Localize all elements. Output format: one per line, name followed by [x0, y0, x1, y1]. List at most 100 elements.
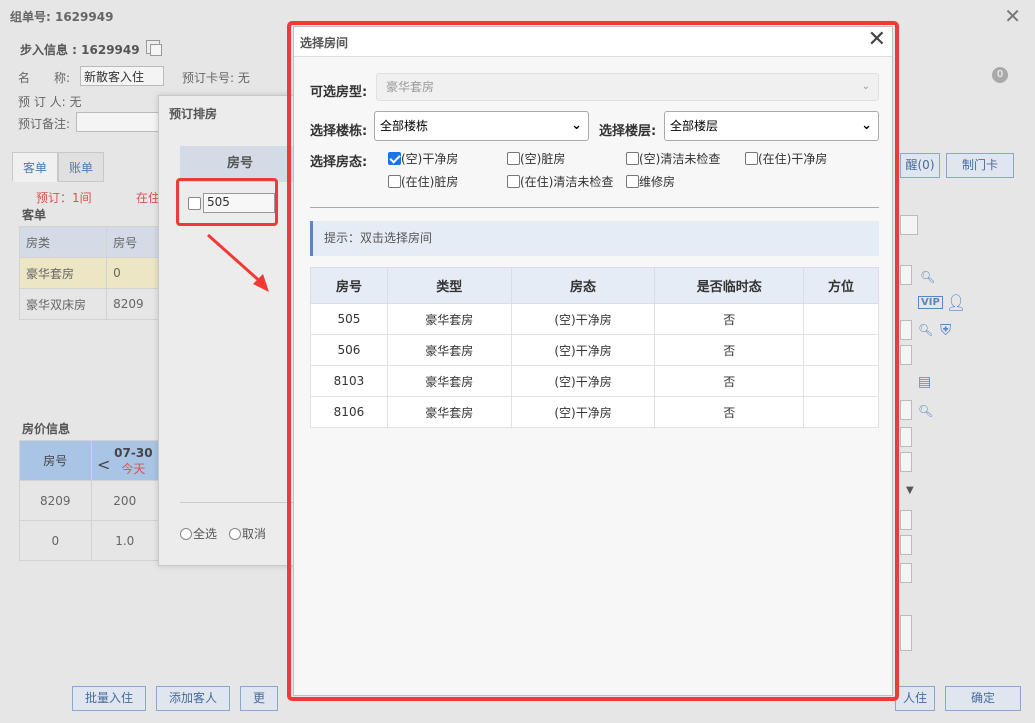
id-card-icon[interactable]: ▤ — [918, 374, 931, 390]
side-input[interactable] — [900, 535, 912, 555]
price-table: 房号 < 07-30 今天 8209 200 0 1.0 — [19, 440, 160, 561]
cell-room: 506 — [310, 334, 388, 366]
side-textarea[interactable] — [900, 615, 912, 651]
cell-direction — [803, 334, 879, 366]
booking-room-title: 预订排房 — [169, 107, 218, 121]
table-row[interactable]: 8103 豪华套房 (空)干净房 否 — [310, 365, 879, 397]
side-input[interactable] — [900, 265, 912, 285]
cell-temp: 否 — [654, 396, 805, 428]
room-type-label: 可选房型: — [310, 85, 368, 100]
guest-type: 豪华双床房 — [18, 288, 108, 320]
table-row[interactable]: 豪华套房 0 — [18, 257, 159, 289]
price-room: 0 — [19, 520, 92, 561]
clear-icon[interactable]: 0 — [992, 67, 1008, 83]
guest-col-type: 房类 — [18, 226, 108, 258]
cell-status: (空)干净房 — [510, 303, 656, 335]
prev-date-icon[interactable]: < — [97, 455, 110, 474]
cell-type: 豪华套房 — [386, 334, 512, 366]
tab-bill[interactable]: 账单 — [58, 152, 104, 182]
cell-status: (空)干净房 — [510, 396, 656, 428]
table-row[interactable]: 505 豪华套房 (空)干净房 否 — [310, 303, 879, 335]
booking-room-dialog: 预订排房 房号 505 全选 取消 — [158, 95, 300, 566]
side-input[interactable] — [900, 452, 912, 472]
make-card-button[interactable]: 制门卡 — [946, 153, 1014, 178]
price-col-room: 房号 — [19, 440, 92, 481]
floor-select[interactable]: 全部楼层 ⌄ — [664, 111, 879, 141]
cell-temp: 否 — [654, 365, 805, 397]
booking-note-input[interactable] — [76, 112, 160, 132]
cell-direction — [803, 396, 879, 428]
cell-type: 豪华套房 — [386, 365, 512, 397]
tab-guest[interactable]: 客单 — [12, 152, 58, 182]
status-checkbox-vacant-dirty[interactable]: (空)脏房 — [507, 150, 565, 167]
order-tabs: 客单 账单 — [12, 152, 104, 182]
vip-icon[interactable]: VIP — [918, 296, 943, 309]
price-value: 1.0 — [90, 520, 160, 561]
modal-titlebar: 选择房间 ✕ — [294, 27, 892, 57]
side-input[interactable] — [900, 400, 912, 420]
booking-note-label: 预订备注: — [18, 117, 71, 131]
cell-type: 豪华套房 — [386, 303, 512, 335]
price-section-title: 房价信息 — [22, 422, 71, 436]
guest-room: 8209 — [106, 288, 159, 320]
checkin-button[interactable]: 人住 — [895, 686, 935, 711]
annotation-highlight-box — [176, 178, 278, 226]
table-row[interactable]: 8209 200 — [19, 480, 160, 521]
chevron-down-icon: ⌄ — [861, 81, 870, 92]
cell-direction — [803, 365, 879, 397]
annotation-arrow-icon — [207, 233, 269, 292]
col-type: 类型 — [386, 267, 512, 304]
date-label: 07-30 — [114, 445, 153, 460]
table-row[interactable]: 8106 豪华套房 (空)干净房 否 — [310, 396, 879, 428]
col-temp: 是否临时态 — [654, 267, 805, 304]
room-number-header: 房号 — [180, 146, 300, 182]
shield-icon[interactable]: ⛨ — [940, 321, 951, 339]
building-label: 选择楼栋: — [310, 124, 368, 139]
side-input[interactable] — [900, 345, 912, 365]
close-icon[interactable]: ✕ — [868, 27, 886, 53]
cell-temp: 否 — [654, 303, 805, 335]
search-icon[interactable]: 🔍︎ — [920, 270, 935, 284]
side-input[interactable] — [900, 215, 918, 235]
room-type-select: 豪华套房 ⌄ — [376, 73, 879, 101]
confirm-button[interactable]: 确定 — [945, 686, 1021, 711]
copy-icon[interactable] — [146, 40, 162, 56]
batch-checkin-button[interactable]: 批量入住 — [72, 686, 147, 711]
table-row[interactable]: 豪华双床房 8209 — [18, 288, 159, 320]
side-input[interactable] — [900, 510, 912, 530]
side-input[interactable] — [900, 427, 912, 447]
add-person-icon[interactable]: 👤︎ — [946, 293, 966, 312]
search-icon[interactable]: 🔍︎ — [918, 404, 933, 418]
cell-type: 豪华套房 — [386, 396, 512, 428]
status-checkbox-occupied-dirty[interactable]: (在住)脏房 — [388, 173, 458, 190]
today-label: 今天 — [121, 461, 146, 476]
chevron-down-icon[interactable]: ▼ — [906, 485, 914, 496]
cell-room: 8106 — [310, 396, 388, 428]
cancel-radio[interactable]: 取消 — [229, 525, 266, 542]
remind-button[interactable]: 醒(0) — [900, 153, 940, 178]
status-checkbox-occupied-clean[interactable]: (在住)干净房 — [745, 150, 827, 167]
guest-table: 房类 房号 豪华套房 0 豪华双床房 8209 — [18, 226, 159, 320]
select-all-radio[interactable]: 全选 — [180, 525, 217, 542]
background-close-icon[interactable]: ✕ — [1004, 4, 1021, 28]
group-order-title: 组单号: 1629949 — [10, 10, 114, 24]
floor-label: 选择楼层: — [599, 124, 657, 139]
more-button[interactable]: 更 — [240, 686, 279, 711]
cell-temp: 否 — [654, 334, 805, 366]
price-value: 200 — [90, 480, 160, 521]
side-input[interactable] — [900, 320, 912, 340]
table-row[interactable]: 0 1.0 — [19, 520, 160, 561]
side-input[interactable] — [900, 563, 912, 583]
price-room: 8209 — [19, 480, 92, 521]
name-input[interactable]: 新散客入住 — [80, 66, 164, 86]
search-icon[interactable]: 🔍︎ — [918, 323, 933, 337]
status-checkbox-vacant-clean[interactable]: (空)干净房 — [388, 150, 458, 167]
select-room-modal: 选择房间 ✕ 可选房型: 豪华套房 ⌄ 选择楼栋: 全部楼栋 ⌄ 选择楼层: 全… — [293, 26, 893, 696]
status-checkbox-maintenance[interactable]: 维修房 — [626, 173, 675, 190]
col-direction: 方位 — [803, 267, 879, 304]
building-select[interactable]: 全部楼栋 ⌄ — [374, 111, 589, 141]
table-row[interactable]: 506 豪华套房 (空)干净房 否 — [310, 334, 879, 366]
status-checkbox-vacant-uninspected[interactable]: (空)清洁未检查 — [626, 150, 720, 167]
status-checkbox-occupied-uninspected[interactable]: (在住)清洁未检查 — [507, 173, 613, 190]
add-guest-button[interactable]: 添加客人 — [156, 686, 231, 711]
